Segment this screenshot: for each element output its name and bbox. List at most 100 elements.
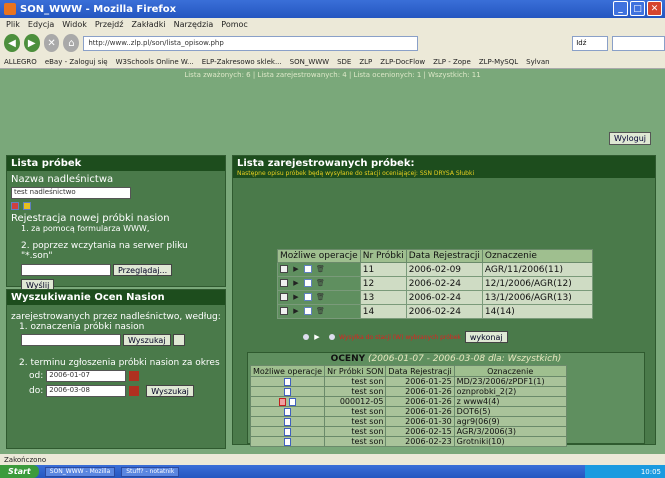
url-input[interactable]: http://www..zlp.pl/son/lista_opisow.php: [83, 35, 419, 51]
document-icon[interactable]: [288, 397, 296, 406]
play-icon[interactable]: ▶: [292, 307, 300, 315]
execute-button[interactable]: wykonaj: [464, 331, 508, 343]
bookmark-item[interactable]: ALLEGRO: [4, 58, 37, 66]
radio-option[interactable]: [329, 334, 335, 340]
calendar-icon[interactable]: [129, 386, 140, 396]
info-icon[interactable]: [23, 201, 31, 210]
stop-icon[interactable]: ✕: [43, 34, 60, 52]
taskbar-item[interactable]: Stuff? - notatnik: [121, 466, 180, 477]
play-icon[interactable]: ▶: [292, 279, 300, 287]
bookmark-item[interactable]: eBay - Zaloguj się: [45, 58, 108, 66]
home-icon[interactable]: ⌂: [63, 34, 80, 52]
menu-pomoc[interactable]: Pomoc: [221, 20, 248, 29]
minimize-button[interactable]: _: [613, 1, 628, 16]
registration-date: 2006-01-25: [385, 376, 455, 387]
pdf-icon[interactable]: [279, 397, 287, 406]
clear-button[interactable]: [172, 334, 185, 346]
document-icon[interactable]: [304, 307, 312, 315]
table-row: test son 2006-01-30 agr9(06(9): [249, 416, 567, 427]
bookmark-item[interactable]: ZLP: [359, 58, 372, 66]
registration-date: 2006-01-26: [385, 406, 455, 417]
select-checkbox[interactable]: [280, 265, 288, 273]
sample-mark: z www4(4): [453, 396, 567, 407]
bookmark-item[interactable]: Sylvan: [526, 58, 549, 66]
menu-plik[interactable]: Plik: [6, 20, 20, 29]
calendar-icon[interactable]: [129, 371, 140, 381]
document-icon[interactable]: [284, 437, 292, 446]
bookmark-item[interactable]: W3Schools Online W...: [116, 58, 194, 66]
date-to-input[interactable]: 2006-03-08: [46, 385, 127, 397]
column-header: Oznaczenie: [481, 249, 593, 263]
taskbar-item[interactable]: SON_WWW - Mozilla: [44, 466, 116, 477]
date-from-input[interactable]: 2006-01-07: [46, 370, 127, 382]
forward-icon[interactable]: ▶: [23, 34, 40, 52]
reg-file-label: 2. poprzez wczytania na serwer pliku "*.…: [21, 241, 188, 261]
bookmark-item[interactable]: ZLP - Zope: [433, 58, 471, 66]
sample-number: 12: [359, 276, 407, 291]
browse-button[interactable]: Przeglądaj...: [113, 264, 173, 276]
menu-zakladki[interactable]: Zakładki: [131, 20, 165, 29]
document-icon[interactable]: [304, 279, 312, 287]
table-row: test son 2006-01-25 MD/23/2006/zPDF1(1): [249, 376, 567, 387]
search-date-button[interactable]: Wyszukaj: [146, 385, 194, 397]
mark-input[interactable]: [21, 334, 121, 346]
clock: 10:05: [640, 467, 661, 476]
play-icon[interactable]: ▶: [292, 265, 300, 273]
start-button[interactable]: Start: [0, 465, 39, 478]
summary-links[interactable]: Lista zważonych: 6 | Lista zarejestrowan…: [0, 69, 665, 81]
bookmark-item[interactable]: ELP-Zakresowo sklek...: [202, 58, 282, 66]
table-row: ▶ 🗑 14 2006-02-24 14(14): [277, 304, 593, 319]
document-icon[interactable]: [304, 265, 312, 273]
ratings-period: (2006-01-07 - 2006-03-08 dla: Wszystkich…: [368, 354, 562, 364]
file-input[interactable]: [21, 264, 111, 276]
play-icon[interactable]: ▶: [313, 333, 321, 341]
search-button[interactable]: Wyszukaj: [123, 334, 171, 346]
radio-option[interactable]: [303, 334, 309, 340]
nadl-field[interactable]: test nadleśnictwo: [11, 187, 131, 199]
reg-www-link[interactable]: 1. za pomocą formularza WWW,: [11, 224, 221, 233]
document-icon[interactable]: [284, 387, 292, 396]
bookmark-item[interactable]: ZLP-MySQL: [479, 58, 518, 66]
registration-date: 2006-01-26: [385, 396, 455, 407]
bookmark-item[interactable]: ZLP-DocFlow: [380, 58, 425, 66]
search-by-date-label: 2. terminu zgłoszenia próbki nasion za o…: [19, 358, 220, 368]
table-row: 000012-05 2006-01-26 z www4(4): [249, 396, 567, 407]
table-header: Możliwe operacje Nr Próbki SON Data Reje…: [249, 365, 567, 377]
document-icon[interactable]: [284, 377, 292, 386]
trash-icon[interactable]: 🗑: [316, 279, 325, 287]
close-button[interactable]: ✕: [647, 1, 662, 16]
registration-date: 2006-01-30: [385, 416, 455, 427]
ratings-section: OCENY (2006-01-07 - 2006-03-08 dla: Wszy…: [247, 352, 645, 447]
go-button[interactable]: Idź: [572, 35, 608, 51]
table-row: test son 2006-02-23 Grotniki(10): [249, 436, 567, 447]
document-icon[interactable]: [284, 417, 292, 426]
bookmark-item[interactable]: SDE: [337, 58, 351, 66]
row-operations: [249, 436, 326, 447]
menu-bar: Plik Edycja Widok Przejdź Zakładki Narzę…: [0, 18, 665, 31]
play-icon[interactable]: ▶: [292, 293, 300, 301]
select-checkbox[interactable]: [280, 293, 288, 301]
select-checkbox[interactable]: [280, 279, 288, 287]
document-icon[interactable]: [284, 427, 292, 436]
logout-button[interactable]: Wyloguj: [609, 132, 651, 145]
registration-date: 2006-02-15: [385, 426, 455, 437]
back-icon[interactable]: ◀: [4, 34, 20, 52]
column-header: Data Rejestracji: [405, 249, 483, 263]
document-icon[interactable]: [284, 407, 292, 416]
menu-narzedzia[interactable]: Narzędzia: [174, 20, 214, 29]
maximize-button[interactable]: □: [630, 1, 645, 16]
document-icon[interactable]: [304, 293, 312, 301]
sample-mark: agr9(06(9): [453, 416, 567, 427]
edit-icon[interactable]: [11, 201, 19, 210]
bookmark-item[interactable]: SON_WWW: [290, 58, 329, 66]
sample-mark: MD/23/2006/zPDF1(1): [453, 376, 567, 387]
menu-edycja[interactable]: Edycja: [28, 20, 54, 29]
sample-mark: DOT6(5): [453, 406, 567, 417]
search-input[interactable]: [611, 35, 665, 51]
menu-widok[interactable]: Widok: [62, 20, 87, 29]
select-checkbox[interactable]: [280, 307, 288, 315]
trash-icon[interactable]: 🗑: [316, 265, 325, 273]
trash-icon[interactable]: 🗑: [316, 307, 325, 315]
trash-icon[interactable]: 🗑: [316, 293, 325, 301]
menu-przejdz[interactable]: Przejdź: [95, 20, 124, 29]
